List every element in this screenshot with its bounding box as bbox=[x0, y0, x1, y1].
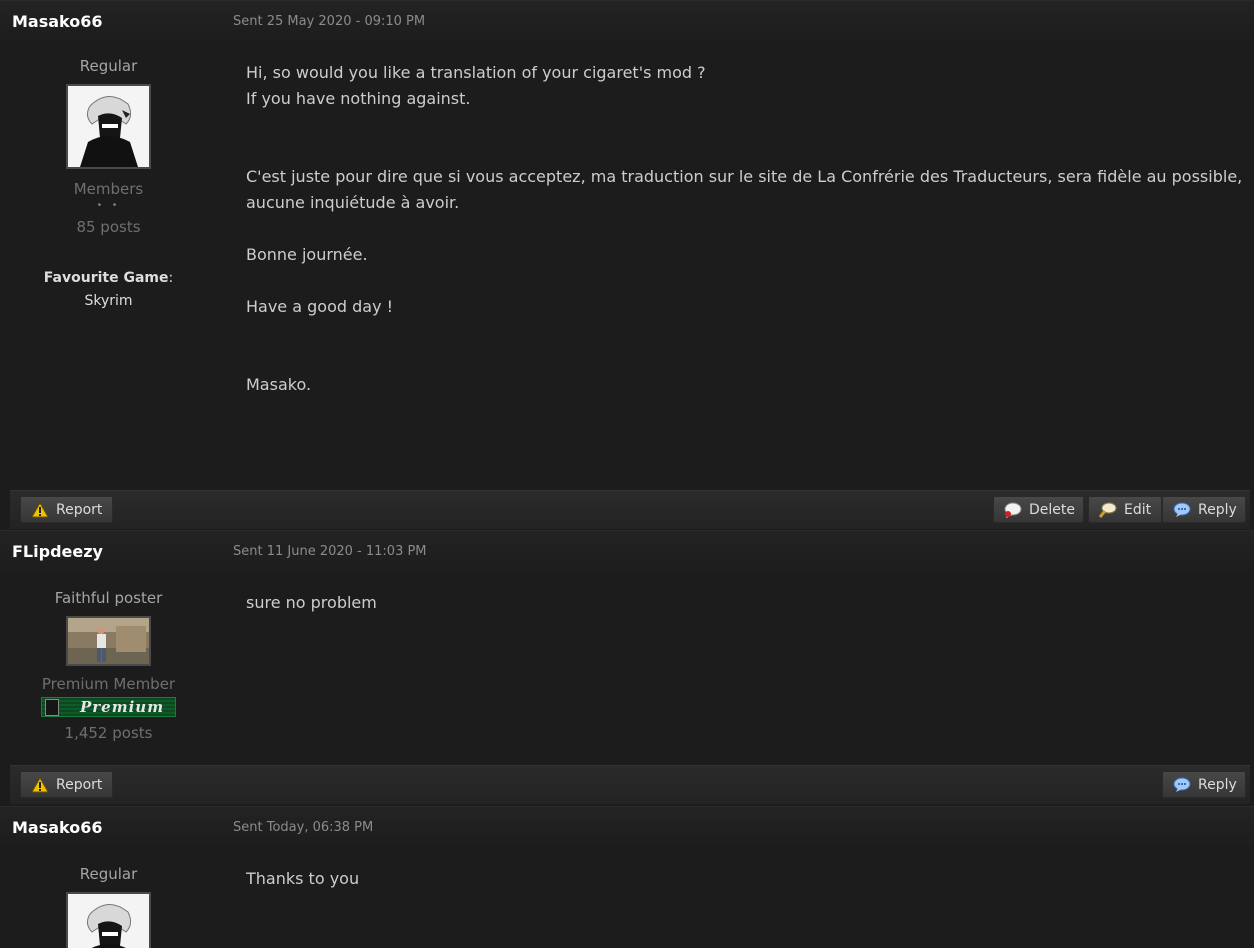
delete-label: Delete bbox=[1029, 502, 1075, 518]
edit-label: Edit bbox=[1124, 502, 1152, 518]
post: Masako66 Sent 25 May 2020 - 09:10 PM Reg… bbox=[0, 0, 1254, 530]
post-controls: Report Delete Edit Reply bbox=[10, 490, 1250, 529]
reply-label: Reply bbox=[1198, 777, 1237, 793]
post-body: sure no problem bbox=[246, 590, 1246, 616]
favourite-game-value: Skyrim bbox=[84, 293, 133, 309]
speech-bubble-reply-icon bbox=[1173, 777, 1191, 792]
edit-button[interactable]: Edit bbox=[1088, 496, 1162, 523]
warning-icon bbox=[31, 502, 49, 518]
post-date: Sent 25 May 2020 - 09:10 PM bbox=[233, 14, 426, 29]
report-label: Report bbox=[56, 502, 103, 518]
report-label: Report bbox=[56, 777, 103, 793]
post-line: C'est juste pour dire que si vous accept… bbox=[246, 167, 1243, 186]
post-body: Thanks to you bbox=[246, 866, 1246, 892]
member-rank: Regular bbox=[79, 57, 138, 75]
post-line: If you have nothing against. bbox=[246, 89, 471, 108]
favourite-game-label: Favourite Game bbox=[43, 270, 169, 286]
post-line: Have a good day ! bbox=[246, 297, 394, 316]
reply-button[interactable]: Reply bbox=[1162, 496, 1246, 523]
warning-icon bbox=[31, 777, 49, 793]
avatar-image bbox=[68, 894, 149, 948]
avatar[interactable] bbox=[66, 616, 151, 666]
post-count: 85 posts bbox=[76, 218, 141, 236]
post-date: Sent 11 June 2020 - 11:03 PM bbox=[233, 544, 427, 559]
report-button[interactable]: Report bbox=[20, 496, 113, 523]
author-name[interactable]: Masako66 bbox=[12, 12, 103, 31]
post-line: Thanks to you bbox=[246, 869, 360, 888]
member-group: Members bbox=[73, 180, 144, 198]
favourite-game-separator: : bbox=[168, 270, 174, 286]
message-thread: Masako66 Sent 25 May 2020 - 09:10 PM Reg… bbox=[0, 0, 1254, 948]
post-body: Hi, so would you like a translation of y… bbox=[246, 60, 1246, 398]
author-info: Regular Members • • 85 posts Favourite G… bbox=[0, 56, 217, 313]
rank-pips: • • bbox=[96, 200, 121, 211]
post-line: sure no problem bbox=[246, 593, 377, 612]
reply-button[interactable]: Reply bbox=[1162, 771, 1246, 798]
delete-button[interactable]: Delete bbox=[993, 496, 1084, 523]
post: FLipdeezy Sent 11 June 2020 - 11:03 PM F… bbox=[0, 530, 1254, 806]
post-count: 1,452 posts bbox=[64, 724, 153, 742]
post-header: Masako66 Sent 25 May 2020 - 09:10 PM bbox=[0, 0, 1254, 41]
post-date: Sent Today, 06:38 PM bbox=[233, 820, 374, 835]
premium-badge: Premium bbox=[41, 697, 176, 717]
avatar[interactable] bbox=[66, 892, 151, 948]
member-group: Premium Member bbox=[41, 675, 176, 693]
avatar-image bbox=[68, 618, 149, 664]
post-header: Masako66 Sent Today, 06:38 PM bbox=[0, 806, 1254, 847]
avatar[interactable] bbox=[66, 84, 151, 169]
author-info: Faithful poster Premium Member Premium 1… bbox=[0, 588, 217, 743]
member-rank: Regular bbox=[79, 865, 138, 883]
author-info: Regular bbox=[0, 864, 217, 948]
post: Masako66 Sent Today, 06:38 PM Regular Th… bbox=[0, 806, 1254, 948]
speech-bubble-reply-icon bbox=[1173, 502, 1191, 517]
author-name[interactable]: FLipdeezy bbox=[12, 542, 103, 561]
favourite-game-field: Favourite Game: Skyrim bbox=[0, 267, 217, 313]
post-line: Masako. bbox=[246, 375, 312, 394]
avatar-image bbox=[68, 86, 149, 167]
magnifier-edit-icon bbox=[1099, 502, 1117, 518]
post-line: Hi, so would you like a translation of y… bbox=[246, 63, 706, 82]
speech-bubble-delete-icon bbox=[1004, 502, 1022, 518]
premium-badge-text: Premium bbox=[80, 698, 165, 716]
member-rank: Faithful poster bbox=[54, 589, 163, 607]
post-header: FLipdeezy Sent 11 June 2020 - 11:03 PM bbox=[0, 530, 1254, 571]
post-line: aucune inquiétude à avoir. bbox=[246, 193, 460, 212]
author-name[interactable]: Masako66 bbox=[12, 818, 103, 837]
report-button[interactable]: Report bbox=[20, 771, 113, 798]
post-controls: Report Reply bbox=[10, 765, 1250, 804]
post-line: Bonne journée. bbox=[246, 245, 368, 264]
premium-badge-icon bbox=[45, 699, 59, 716]
reply-label: Reply bbox=[1198, 502, 1237, 518]
